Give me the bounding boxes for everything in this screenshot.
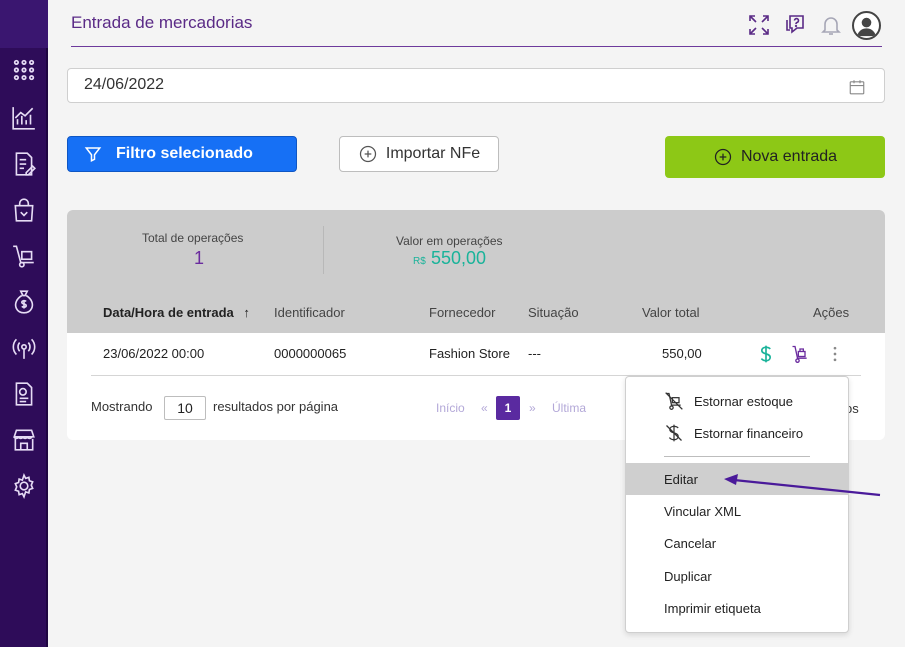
title-divider: [71, 46, 882, 47]
pagination-last[interactable]: Última: [552, 401, 586, 415]
column-header-status: Situação: [528, 305, 579, 320]
more-vertical-icon[interactable]: [824, 342, 846, 366]
gear-icon[interactable]: [10, 472, 38, 500]
column-header-actions: Ações: [813, 305, 850, 320]
page-title: Entrada de mercadorias: [71, 13, 253, 32]
plus-circle-icon: [714, 148, 732, 166]
shopping-bag-icon[interactable]: [10, 196, 38, 224]
menu-item-duplicate[interactable]: Duplicar: [626, 560, 848, 592]
filter-button-label: Filtro selecionado: [116, 145, 253, 162]
cell-status: ---: [528, 346, 541, 361]
row-actions-menu: Estornar estoque Estornar financeiro Edi…: [625, 376, 849, 633]
chart-icon[interactable]: [10, 104, 38, 132]
apps-grid-icon[interactable]: [10, 56, 38, 84]
plus-circle-icon: [359, 145, 376, 163]
column-header-total: Valor total: [642, 305, 700, 320]
total-operations-value: 1: [194, 248, 205, 268]
per-page-suffix: resultados por página: [213, 399, 339, 414]
column-header-identifier: Identificador: [274, 305, 345, 320]
dollar-icon[interactable]: [755, 342, 777, 366]
sidebar-top-block: [0, 0, 48, 48]
total-operations-label: Total de operações: [142, 231, 244, 245]
sort-arrow-up-icon[interactable]: ↑: [243, 305, 250, 320]
showing-label: Mostrando: [91, 399, 153, 414]
filter-icon: [84, 147, 102, 162]
help-chat-icon[interactable]: [783, 12, 809, 38]
menu-item-print-label[interactable]: Imprimir etiqueta: [626, 592, 848, 624]
store-icon[interactable]: [10, 426, 38, 454]
annotation-arrow-icon: [724, 474, 881, 497]
new-entry-button[interactable]: Nova entrada: [665, 136, 885, 178]
date-input[interactable]: [84, 76, 784, 94]
bell-icon[interactable]: [818, 12, 844, 38]
broadcast-icon[interactable]: [10, 334, 38, 362]
sidebar: [0, 0, 48, 647]
currency-symbol: R$: [413, 256, 426, 267]
menu-item-reverse-financial[interactable]: Estornar financeiro: [626, 417, 848, 449]
new-entry-label: Nova entrada: [740, 148, 838, 165]
column-header-datetime[interactable]: Data/Hora de entrada ↑: [103, 305, 250, 320]
fullscreen-icon[interactable]: [746, 12, 772, 38]
operations-amount-label: Valor em operações: [396, 234, 503, 248]
import-nfe-button[interactable]: Importar NFe: [339, 136, 499, 172]
report-icon[interactable]: [10, 380, 38, 408]
pagination-prev[interactable]: «: [481, 401, 488, 415]
summary-panel: Total de operações 1 Valor em operações …: [67, 210, 885, 333]
filter-button[interactable]: Filtro selecionado: [67, 136, 297, 172]
column-header-datetime-label: Data/Hora de entrada: [103, 305, 234, 320]
cell-identifier: 0000000065: [274, 346, 347, 361]
calendar-icon[interactable]: [848, 78, 866, 96]
menu-item-reverse-financial-label: Estornar financeiro: [694, 425, 804, 441]
summary-divider: [323, 226, 324, 274]
menu-divider: [664, 456, 810, 457]
date-field[interactable]: [67, 68, 885, 103]
column-header-supplier: Fornecedor: [429, 305, 496, 320]
cell-total: 550,00: [662, 346, 702, 361]
cell-supplier: Fashion Store: [429, 346, 510, 361]
pagination-first[interactable]: Início: [436, 401, 465, 415]
money-bag-icon[interactable]: [10, 288, 38, 316]
menu-item-reverse-stock[interactable]: Estornar estoque: [626, 385, 848, 417]
user-avatar-icon[interactable]: [852, 11, 881, 40]
pagination-next[interactable]: »: [529, 401, 536, 415]
hand-truck-icon[interactable]: [10, 242, 38, 270]
per-page-input[interactable]: [164, 396, 206, 420]
hand-truck-icon[interactable]: [789, 342, 811, 366]
import-nfe-label: Importar NFe: [385, 145, 481, 162]
cart-off-icon: [664, 391, 684, 411]
document-edit-icon[interactable]: [10, 150, 38, 178]
pagination-current-page[interactable]: 1: [496, 396, 520, 420]
menu-item-cancel[interactable]: Cancelar: [626, 527, 848, 559]
operations-amount-value: 550,00: [431, 248, 487, 268]
cell-datetime: 23/06/2022 00:00: [103, 346, 205, 361]
dollar-off-icon: [664, 423, 684, 443]
menu-item-reverse-stock-label: Estornar estoque: [694, 393, 794, 409]
